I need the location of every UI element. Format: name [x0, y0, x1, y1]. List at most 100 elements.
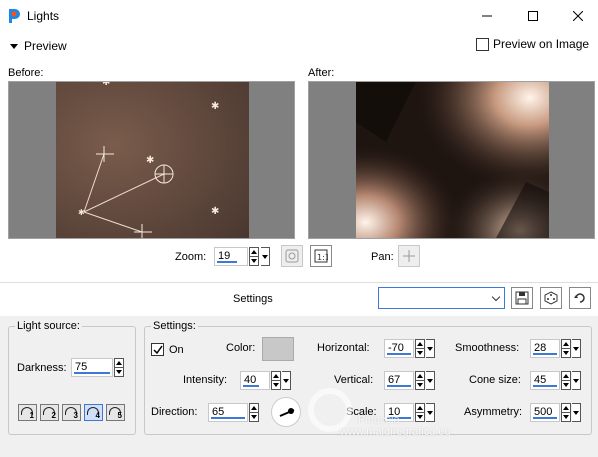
maximize-button[interactable] — [510, 0, 556, 32]
cone-size-input[interactable]: 45 — [530, 371, 560, 390]
title-bar: Lights — [0, 0, 598, 32]
spinner-up-icon — [273, 374, 279, 378]
svg-text:✱: ✱ — [211, 101, 219, 112]
light-button-number: 2 — [51, 411, 56, 420]
darkness-spinner[interactable] — [114, 358, 124, 377]
minimize-button[interactable] — [464, 0, 510, 32]
pan-move-icon — [403, 250, 415, 262]
settings-title: Settings — [233, 293, 273, 305]
light-button-number: 4 — [95, 411, 100, 420]
direction-arrow-icon — [279, 408, 295, 417]
horizontal-input[interactable]: -70 — [384, 339, 414, 358]
preview-area: Before: After: ✱ ✱ ✱ ✱ ✱ Zoom: 19 1:1 Pa… — [0, 58, 598, 282]
light-button-2[interactable]: 2 — [40, 404, 59, 421]
horizontal-spinner[interactable] — [415, 339, 425, 358]
zoom-input[interactable]: 19 — [214, 247, 248, 266]
vertical-dropdown[interactable] — [426, 371, 435, 390]
svg-text:✱: ✱ — [102, 82, 110, 88]
spinner-up-icon — [251, 250, 257, 254]
chevron-down-icon — [491, 292, 501, 301]
dropdown-arrow-icon — [427, 346, 433, 351]
cone-size-label: Cone size: — [469, 374, 521, 386]
preset-select[interactable] — [378, 287, 505, 309]
darkness-input[interactable]: 75 — [71, 358, 113, 377]
color-label: Color: — [226, 342, 256, 354]
randomize-button[interactable] — [540, 287, 562, 309]
spinner-up-icon — [563, 374, 569, 378]
before-preview[interactable]: ✱ ✱ ✱ ✱ ✱ — [8, 81, 295, 239]
save-preset-button[interactable] — [511, 287, 533, 309]
scale-dropdown[interactable] — [426, 403, 435, 422]
reset-button[interactable] — [569, 287, 591, 309]
light-button-number: 1 — [29, 411, 34, 420]
preview-on-image-checkbox[interactable] — [476, 37, 489, 51]
pan-label: Pan: — [371, 251, 394, 263]
zoom-spinner[interactable] — [249, 247, 259, 266]
asymmetry-dropdown[interactable] — [572, 403, 581, 422]
smoothness-spinner[interactable] — [561, 339, 571, 358]
after-image — [356, 82, 549, 238]
svg-text:✱: ✱ — [146, 155, 154, 166]
scale-spinner[interactable] — [415, 403, 425, 422]
cone-size-dropdown[interactable] — [572, 371, 581, 390]
light-button-number: 3 — [73, 411, 78, 420]
after-label: After: — [308, 67, 335, 79]
color-swatch[interactable] — [262, 337, 294, 361]
darkness-label: Darkness: — [17, 362, 67, 374]
direction-dial[interactable] — [271, 397, 301, 427]
light-source-title: Light source: — [15, 320, 82, 332]
svg-text:✱: ✱ — [211, 206, 219, 217]
pan-button[interactable] — [398, 245, 420, 267]
vertical-spinner[interactable] — [415, 371, 425, 390]
spinner-up-icon — [417, 342, 423, 346]
spinner-down-icon — [116, 370, 122, 374]
svg-text:✱: ✱ — [78, 208, 85, 217]
spinner-down-icon — [251, 415, 257, 419]
dropdown-arrow-icon — [262, 254, 268, 259]
before-image[interactable]: ✱ ✱ ✱ ✱ ✱ — [56, 82, 249, 238]
vertical-input[interactable]: 67 — [384, 371, 414, 390]
zoom-fit-button[interactable] — [281, 245, 303, 267]
checkmark-icon — [153, 345, 163, 355]
light-button-1[interactable]: 1 — [18, 404, 37, 421]
intensity-input[interactable]: 40 — [240, 371, 270, 390]
on-label: On — [169, 344, 184, 356]
spinner-up-icon — [251, 406, 257, 410]
close-button[interactable] — [555, 0, 598, 32]
window-title: Lights — [27, 9, 60, 23]
collapse-arrow-icon — [10, 43, 18, 49]
intensity-dropdown[interactable] — [282, 371, 291, 390]
spinner-down-icon — [251, 259, 257, 263]
asymmetry-input[interactable]: 500 — [530, 403, 560, 422]
preview-on-image-option[interactable]: Preview on Image — [476, 37, 589, 51]
spinner-up-icon — [417, 406, 423, 410]
spinner-up-icon — [116, 361, 122, 365]
light-button-number: 5 — [117, 411, 122, 420]
intensity-spinner[interactable] — [271, 371, 281, 390]
cone-size-spinner[interactable] — [561, 371, 571, 390]
asymmetry-label: Asymmetry: — [464, 406, 523, 418]
zoom-fit-icon — [285, 249, 299, 263]
light-button-4[interactable]: 4 — [84, 404, 103, 421]
dice-icon — [544, 291, 558, 305]
smoothness-dropdown[interactable] — [572, 339, 581, 358]
preview-toggle[interactable]: Preview — [10, 39, 67, 53]
spinner-up-icon — [563, 406, 569, 410]
after-preview[interactable] — [308, 81, 595, 239]
smoothness-input[interactable]: 28 — [530, 339, 560, 358]
on-checkbox[interactable] — [151, 343, 164, 356]
spinner-down-icon — [563, 351, 569, 355]
reset-icon — [574, 293, 585, 303]
direction-spinner[interactable] — [249, 403, 259, 422]
preview-label: Preview — [24, 39, 67, 53]
spinner-down-icon — [563, 415, 569, 419]
horizontal-dropdown[interactable] — [426, 339, 435, 358]
watermark-name: Pinuccia — [358, 414, 400, 426]
light-button-3[interactable]: 3 — [62, 404, 81, 421]
zoom-dropdown[interactable] — [261, 247, 270, 266]
light-button-5[interactable]: 5 — [106, 404, 125, 421]
asymmetry-spinner[interactable] — [561, 403, 571, 422]
dropdown-arrow-icon — [573, 378, 579, 383]
zoom-actual-size-button[interactable]: 1:1 — [310, 245, 332, 267]
direction-input[interactable]: 65 — [208, 403, 248, 422]
